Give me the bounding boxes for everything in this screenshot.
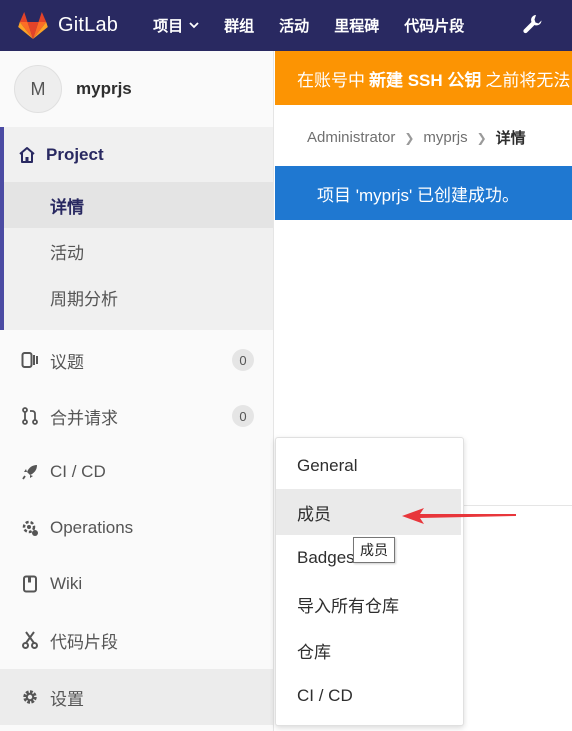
issues-count-badge: 0	[232, 349, 254, 371]
sidebar-item-label: 合并请求	[50, 408, 118, 428]
flyout-item-import-repos[interactable]: 导入所有仓库	[276, 581, 463, 627]
sidebar-subitem-cycle-analytics[interactable]: 周期分析	[4, 274, 273, 320]
issues-icon	[20, 350, 40, 370]
avatar: M	[14, 65, 62, 113]
sidebar-item-merge-requests[interactable]: 合并请求 0	[0, 388, 273, 444]
chevron-right-icon: ❯	[476, 130, 487, 145]
breadcrumb-item-project[interactable]: myprjs	[423, 129, 467, 146]
sidebar-item-project[interactable]: Project	[18, 145, 104, 165]
nav-milestones[interactable]: 里程碑	[334, 15, 379, 36]
nav-projects[interactable]: 项目	[153, 15, 199, 36]
project-sidebar: M myprjs Project 详情 活动 周期分析 议题 0 合并请求 0	[0, 51, 274, 731]
flyout-item-general[interactable]: General	[276, 443, 463, 489]
add-ssh-key-link[interactable]: 新建 SSH 公钥	[369, 66, 481, 91]
gitlab-tanuki-icon	[18, 11, 48, 39]
brand-name: GitLab	[58, 14, 119, 36]
merge-request-icon	[20, 406, 40, 426]
breadcrumb: Administrator ❯ myprjs ❯ 详情	[307, 127, 526, 148]
ssh-key-warning-banner: 在账号中 新建 SSH 公钥 之前将无法	[275, 51, 572, 105]
hover-tooltip: 成员	[353, 537, 395, 563]
nav-snippets[interactable]: 代码片段	[404, 15, 464, 36]
nav-projects-label: 项目	[153, 18, 184, 35]
sidebar-subitem-details[interactable]: 详情	[4, 182, 273, 228]
wrench-icon[interactable]	[522, 14, 542, 36]
red-arrow-annotation	[402, 508, 516, 524]
sidebar-subitem-activity[interactable]: 活动	[4, 228, 273, 274]
sidebar-item-label: 代码片段	[50, 632, 118, 652]
project-created-flash: 项目 'myprjs' 已创建成功。	[275, 166, 572, 220]
sidebar-section-project: Project 详情 活动 周期分析	[0, 127, 273, 330]
nav-groups[interactable]: 群组	[224, 15, 254, 36]
breadcrumb-item-namespace[interactable]: Administrator	[307, 129, 395, 146]
project-name: myprjs	[76, 79, 132, 98]
sidebar-item-settings[interactable]: 设置	[0, 669, 273, 725]
flyout-item-repository[interactable]: 仓库	[276, 627, 463, 673]
warning-suffix: 之前将无法	[485, 70, 571, 90]
settings-flyout-menu: General 成员 Badges 导入所有仓库 仓库 CI / CD	[275, 437, 464, 726]
sidebar-item-label: 设置	[50, 689, 84, 709]
snippet-icon	[20, 630, 40, 650]
sidebar-item-label: CI / CD	[50, 462, 106, 481]
sidebar-item-wiki[interactable]: Wiki	[0, 556, 273, 612]
home-icon	[19, 147, 35, 163]
nav-activity[interactable]: 活动	[279, 15, 309, 36]
sidebar-item-ci-cd[interactable]: CI / CD	[0, 444, 273, 500]
sidebar-item-label: Wiki	[50, 574, 83, 593]
warning-prefix: 在账号中	[297, 70, 365, 90]
merge-requests-count-badge: 0	[232, 405, 254, 427]
sidebar-item-label: 议题	[50, 352, 84, 372]
top-navbar: GitLab 项目 群组 活动 里程碑 代码片段	[0, 0, 572, 51]
sidebar-item-label: Operations	[50, 518, 134, 537]
rocket-icon	[20, 462, 40, 482]
gitlab-logo[interactable]: GitLab	[18, 11, 119, 40]
sidebar-item-issues[interactable]: 议题 0	[0, 332, 273, 388]
gear-icon	[20, 687, 40, 707]
sidebar-item-snippets[interactable]: 代码片段	[0, 612, 273, 668]
sidebar-project-header[interactable]: M myprjs	[0, 51, 273, 127]
book-icon	[20, 574, 40, 594]
sidebar-section-title: Project	[46, 145, 104, 164]
chevron-right-icon: ❯	[404, 130, 415, 145]
chevron-down-icon	[189, 22, 199, 29]
operations-icon	[20, 518, 40, 538]
breadcrumb-item-current[interactable]: 详情	[496, 127, 526, 148]
flash-message: 项目 'myprjs' 已创建成功。	[317, 185, 519, 205]
sidebar-item-operations[interactable]: Operations	[0, 500, 273, 556]
flyout-item-ci-cd[interactable]: CI / CD	[276, 673, 463, 719]
